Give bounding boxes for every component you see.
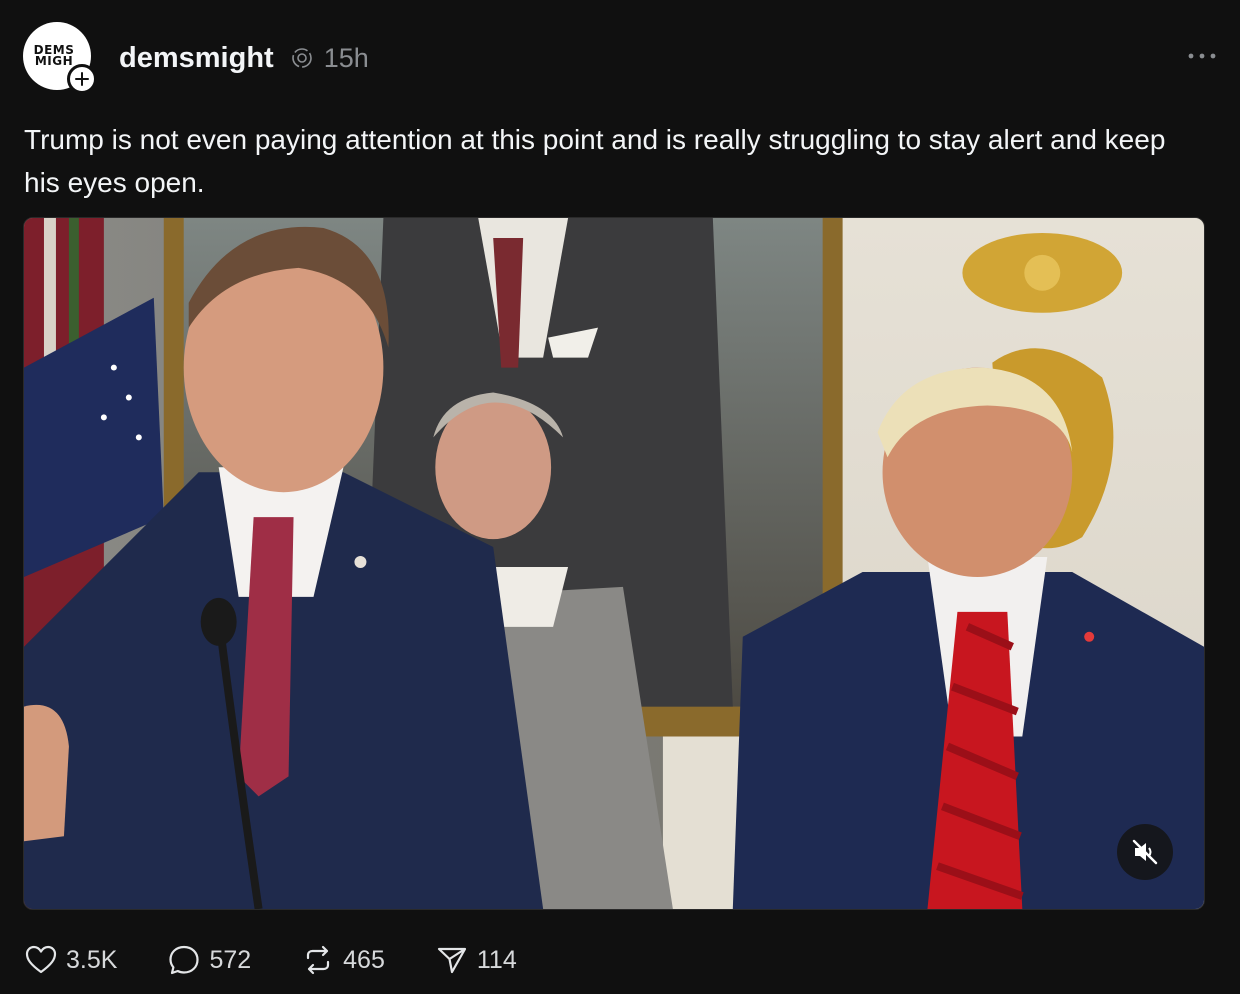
avatar-container: DEMS MIGH [23, 22, 97, 94]
reply-button[interactable]: 572 [167, 943, 251, 977]
post-body-text: Trump is not even paying attention at th… [24, 124, 1166, 198]
more-options-button[interactable] [1182, 40, 1222, 72]
reply-count: 572 [209, 945, 252, 974]
comment-bubble-icon [169, 945, 200, 975]
repost-icon [307, 945, 330, 975]
send-icon [437, 947, 466, 974]
video-player[interactable] [23, 217, 1205, 910]
plus-icon [75, 72, 89, 86]
mute-toggle-button[interactable] [1117, 824, 1173, 880]
thread-post: DEMS MIGH demsmight 15h Trump is not eve… [0, 0, 1240, 994]
post-header: demsmight 15h [119, 38, 369, 78]
more-horizontal-icon [1188, 53, 1216, 59]
reposted-icon [290, 46, 314, 70]
post-actions-bar: 3.5K 572 465 114 [24, 940, 567, 980]
heart-icon [25, 945, 57, 974]
share-count: 114 [476, 945, 517, 974]
speaker-muted-icon [1132, 839, 1158, 865]
video-frame [24, 218, 1204, 909]
like-count: 3.5K [66, 945, 118, 974]
share-button[interactable]: 114 [435, 943, 517, 977]
username[interactable]: demsmight [119, 42, 274, 75]
follow-button[interactable] [67, 64, 97, 94]
repost-count: 465 [343, 945, 385, 974]
like-button[interactable]: 3.5K [24, 943, 117, 977]
repost-button[interactable]: 465 [301, 943, 385, 977]
post-timestamp: 15h [323, 42, 369, 73]
avatar-logo-text: DEMS MIGH [33, 43, 75, 68]
